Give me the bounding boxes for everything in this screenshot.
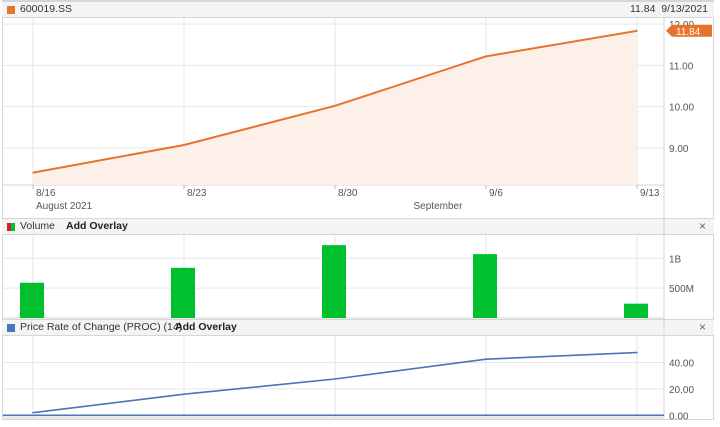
- volume-y-tick-label: 500M: [669, 284, 694, 295]
- price-point: [636, 29, 638, 32]
- volume-y-tick-label: 1B: [669, 254, 682, 265]
- proc-point: [636, 351, 638, 354]
- volume-bar: [473, 254, 497, 318]
- proc-point: [183, 393, 185, 395]
- volume-bar: [20, 282, 44, 318]
- chart-canvas[interactable]: 9.0010.0011.0012.0011.848/168/238/309/69…: [0, 0, 720, 427]
- price-point: [183, 144, 185, 146]
- proc-point: [334, 378, 336, 380]
- price-y-tick-label: 10.00: [669, 103, 694, 114]
- proc-y-tick-label: 0.00: [669, 411, 689, 422]
- volume-bar: [171, 267, 195, 318]
- price-y-tick-label: 11.00: [669, 61, 694, 72]
- proc-point: [485, 358, 487, 360]
- price-point: [32, 171, 34, 174]
- x-tick-label: 9/13: [640, 188, 660, 199]
- price-y-tick-label: 9.00: [669, 144, 689, 155]
- volume-bar: [322, 245, 346, 318]
- x-tick-label: 8/23: [187, 188, 207, 199]
- month-label: September: [414, 201, 464, 212]
- x-tick-label: 8/30: [338, 188, 358, 199]
- proc-y-tick-label: 20.00: [669, 385, 694, 396]
- last-price-flag-label: 11.84: [676, 27, 701, 38]
- x-tick-label: 8/16: [36, 188, 56, 199]
- volume-bar: [624, 303, 648, 318]
- proc-point: [32, 411, 34, 414]
- price-point: [485, 55, 487, 58]
- proc-y-tick-label: 40.00: [669, 358, 694, 369]
- x-tick-label: 9/6: [489, 188, 503, 199]
- price-point: [334, 105, 336, 107]
- month-label: August 2021: [36, 201, 93, 212]
